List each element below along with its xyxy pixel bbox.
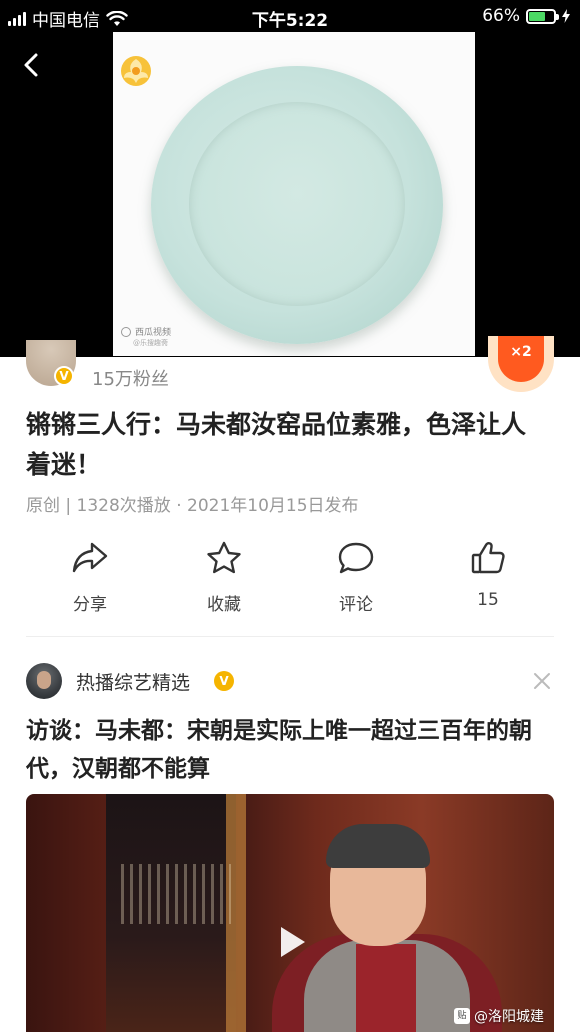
like-count: 15 [477, 590, 499, 610]
star-icon [207, 541, 241, 574]
play-icon[interactable] [271, 922, 311, 962]
plate-center [189, 102, 405, 306]
charging-icon [562, 9, 570, 23]
battery-icon [526, 8, 559, 24]
action-bar: 分享 收藏 评论 15 [0, 540, 580, 620]
favorite-label: 收藏 [207, 595, 241, 615]
watermark-text: 西瓜视频 [135, 328, 172, 338]
status-bar: 中国电信 下午5:22 66% [0, 0, 580, 34]
ru-ware-plate [151, 66, 443, 344]
channel-verified-icon: V [214, 671, 234, 691]
related-video-title[interactable]: 访谈：马未都：宋朝是实际上唯一超过三百年的朝代，汉朝都不能算 [26, 712, 556, 788]
channel-name[interactable]: 热播综艺精选 [76, 668, 190, 695]
section-divider [26, 636, 554, 637]
battery-percent: 66% [482, 6, 520, 26]
favorite-button[interactable]: 收藏 [174, 540, 274, 620]
share-label: 分享 [73, 595, 107, 615]
status-right: 66% [482, 6, 570, 26]
battery-fill [529, 11, 545, 21]
thumb-watermark: 贴 @洛阳城建 [454, 1006, 544, 1026]
video-frame[interactable]: 西瓜视频 @乐搜趣斋 [113, 32, 475, 356]
thumb-city-lights [121, 864, 231, 924]
back-arrow-icon[interactable] [18, 50, 46, 80]
article-meta: 原创 | 1328次播放 · 2021年10月15日发布 [26, 496, 359, 516]
person-shirt [356, 944, 416, 1032]
author-fans: 15万粉丝 [92, 369, 169, 390]
like-button[interactable]: 15 [438, 540, 538, 620]
watermark-app-icon: 贴 [454, 1008, 470, 1024]
watermark-icon [121, 326, 131, 337]
follow-badge-icon: ×2 [498, 336, 544, 382]
person-hair [326, 824, 430, 868]
watermark-subtext: @乐搜趣斋 [133, 339, 168, 347]
phoenix-logo-icon [121, 56, 151, 86]
verified-v-icon: V [54, 366, 74, 386]
share-icon [72, 542, 108, 573]
video-watermark: 西瓜视频 [121, 325, 171, 338]
avatar-face [37, 671, 51, 689]
thumbs-up-icon [471, 542, 505, 574]
article-title: 锵锵三人行：马未都汝窑品位素雅，色泽让人着迷！ [26, 410, 527, 479]
channel-avatar[interactable] [26, 663, 62, 699]
share-button[interactable]: 分享 [40, 540, 140, 620]
comment-button[interactable]: 评论 [306, 540, 406, 620]
close-icon[interactable] [532, 671, 552, 691]
thumb-watermark-text: @洛阳城建 [474, 1009, 544, 1025]
follow-button[interactable]: ×2 [488, 336, 554, 392]
comment-label: 评论 [339, 595, 373, 615]
comment-icon [338, 542, 374, 574]
related-video-thumbnail[interactable]: 贴 @洛阳城建 [26, 794, 554, 1032]
